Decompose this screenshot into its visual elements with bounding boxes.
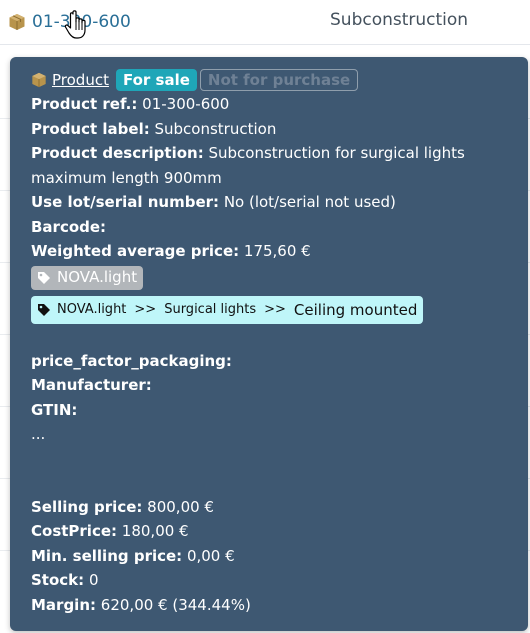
field-value: 0 [88, 571, 99, 589]
field-key: price_factor_packaging: [31, 351, 232, 370]
hand-cursor-icon [64, 10, 86, 39]
field-price-factor-packaging: price_factor_packaging: [31, 349, 516, 374]
field-key: Selling price: [31, 497, 143, 516]
field-key: Stock: [31, 571, 85, 589]
field-key: Min. selling price: [31, 546, 183, 565]
tooltip-header: Product For sale Not for purchase [31, 68, 516, 92]
field-product-label: Product label: Subconstruction [31, 117, 516, 142]
more-ellipsis: ... [31, 425, 46, 443]
field-value: 800,00 € [147, 497, 214, 516]
category-path-tag[interactable]: NOVA.light >> Surgical lights >> Ceiling… [31, 296, 424, 324]
field-selling-price: Selling price: 800,00 € [31, 495, 516, 520]
field-weighted-average-price: Weighted average price: 175,60 € [31, 239, 516, 264]
field-key: CostPrice: [31, 522, 118, 540]
field-value: 0,00 € [186, 546, 235, 565]
status-badge-not-for-purchase: Not for purchase [199, 69, 359, 91]
field-value: Subconstruction for surgical lights [208, 144, 465, 162]
product-tooltip: Product For sale Not for purchase Produc… [10, 57, 528, 631]
tag-icon [38, 271, 50, 284]
field-key: Product description: [31, 144, 204, 162]
field-cost-price: CostPrice: 180,00 € [31, 519, 516, 544]
field-value: 620,00 € (344.44%) [100, 595, 251, 614]
category-tag-label: NOVA.light [57, 268, 138, 287]
product-label-cell: Subconstruction [330, 10, 469, 30]
field-key: Product label: [31, 119, 150, 138]
tag-row-path: NOVA.light >> Surgical lights >> Ceiling… [31, 292, 516, 325]
field-value: 01-300-600 [142, 95, 230, 113]
box-icon [9, 14, 25, 30]
path-separator: >> [134, 301, 157, 317]
field-margin: Margin: 620,00 € (344.44%) [31, 593, 516, 618]
field-value: 175,60 € [243, 242, 311, 260]
box-icon [32, 72, 46, 88]
field-key: Margin: [31, 595, 97, 614]
field-manufacturer: Manufacturer: [31, 373, 516, 398]
tooltip-product-link[interactable]: Product [52, 68, 109, 93]
path-part-3: Ceiling mounted [293, 300, 418, 319]
field-value: No (lot/serial not used) [223, 193, 396, 211]
field-stock: Stock: 0 [31, 568, 516, 593]
field-lot-serial: Use lot/serial number: No (lot/serial no… [31, 190, 516, 215]
category-tag[interactable]: NOVA.light [31, 265, 144, 290]
field-key: Product ref.: [31, 95, 138, 113]
field-value: 180,00 € [121, 522, 189, 540]
path-part-1: NOVA.light [57, 301, 127, 317]
field-barcode: Barcode: [31, 215, 516, 240]
field-value: Subconstruction [154, 119, 277, 138]
tag-row-grey: NOVA.light [31, 264, 516, 293]
field-product-ref: Product ref.: 01-300-600 [31, 92, 516, 117]
field-key: Manufacturer: [31, 376, 152, 394]
status-badge-sale: For sale [115, 69, 197, 91]
field-description-continued: maximum length 900mm [31, 168, 222, 187]
field-key: GTIN: [31, 400, 78, 419]
field-key: Use lot/serial number: [31, 193, 220, 211]
field-min-selling-price: Min. selling price: 0,00 € [31, 544, 516, 569]
path-part-2: Surgical lights [164, 301, 257, 317]
field-key: Weighted average price: [31, 242, 240, 260]
path-separator: >> [264, 301, 286, 317]
tag-icon [38, 304, 50, 316]
field-product-description: Product description: Subconstruction for… [31, 141, 516, 166]
field-gtin: GTIN: [31, 398, 516, 423]
field-key: Barcode: [31, 217, 107, 236]
